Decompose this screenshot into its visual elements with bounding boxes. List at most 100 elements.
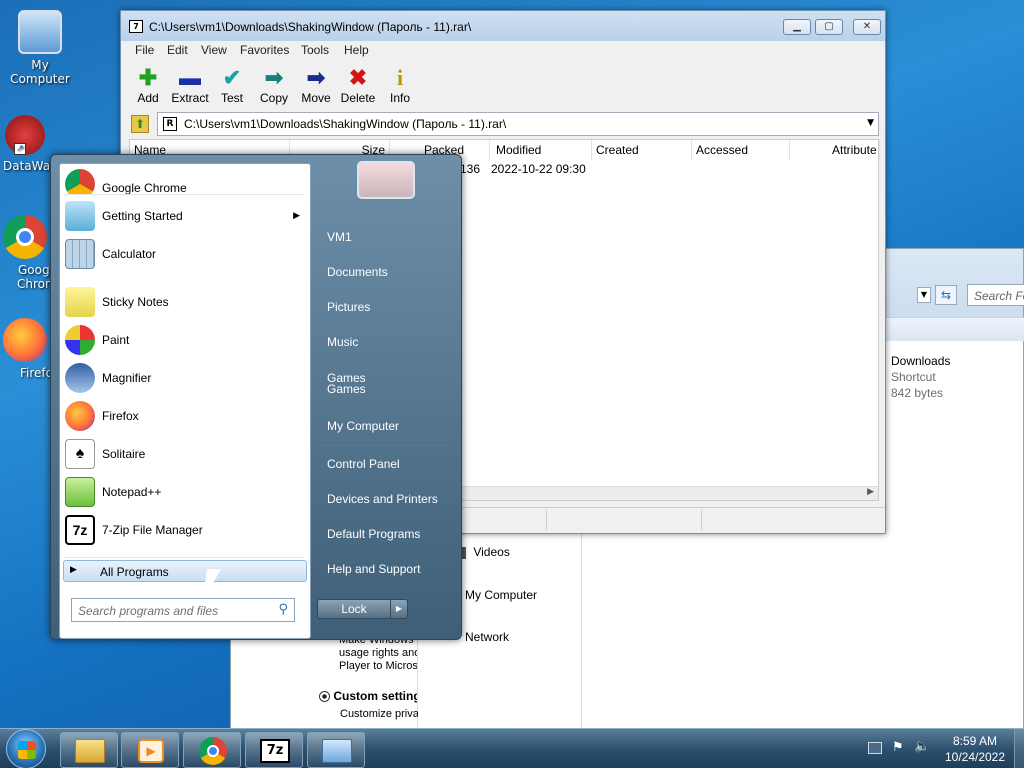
action-center-flag-icon[interactable]: ⚑: [892, 740, 904, 755]
up-folder-icon[interactable]: ⬆: [131, 115, 149, 133]
column-modified[interactable]: Modified: [492, 140, 592, 160]
chevron-right-icon[interactable]: ▶: [867, 487, 874, 497]
lock-button[interactable]: Lock: [317, 599, 391, 619]
search-programs-input[interactable]: Search programs and files ⚲: [71, 598, 295, 622]
column-attribute[interactable]: Attribute: [828, 140, 880, 160]
start-link-documents[interactable]: Documents: [327, 265, 388, 279]
7zip-icon: 7: [129, 20, 143, 33]
minimize-button[interactable]: ▁: [783, 19, 811, 35]
desktop-icon-label: Firefo: [20, 366, 50, 380]
menu-tools[interactable]: Tools: [301, 43, 329, 57]
taskbar-media-player[interactable]: ▶: [121, 732, 179, 768]
clock-time: 8:59 AM: [952, 734, 998, 748]
radio-icon: [319, 691, 330, 703]
customize-link[interactable]: Customize priva: [340, 708, 418, 720]
radio-label: Custom setting: [333, 689, 417, 703]
program-item-chrome[interactable]: Google Chrome: [60, 166, 310, 194]
menu-view[interactable]: View: [201, 43, 227, 57]
chevron-right-icon: ▶: [395, 604, 403, 613]
desktop-icon-label: Googl: [18, 263, 50, 277]
clock-date: 10/24/2022: [944, 750, 1006, 764]
show-desktop-button[interactable]: [1014, 729, 1024, 768]
address-field[interactable]: R C:\Users\vm1\Downloads\ShakingWindow (…: [157, 112, 879, 136]
shortcut-item[interactable]: Downloads Shortcut 842 bytes: [891, 353, 950, 401]
start-menu[interactable]: Google Chrome Getting Started ▶ Calculat…: [50, 154, 462, 640]
info-icon: i: [396, 65, 404, 90]
chrome-icon: [199, 737, 227, 765]
desktop-icon-firefox[interactable]: Firefo: [0, 318, 50, 380]
title-bar[interactable]: 7 C:\Users\vm1\Downloads\ShakingWindow (…: [121, 11, 885, 41]
program-item-sticky-notes[interactable]: Sticky Notes: [60, 284, 310, 320]
program-item-notepad-plus-plus[interactable]: Notepad++: [60, 474, 310, 510]
menu-file[interactable]: File: [135, 43, 154, 57]
user-picture[interactable]: [357, 161, 415, 199]
programs-pane: Google Chrome Getting Started ▶ Calculat…: [59, 163, 311, 639]
column-created[interactable]: Created: [592, 140, 692, 160]
start-link-control-panel[interactable]: Control Panel: [327, 457, 400, 471]
desktop-icon-chrome[interactable]: Googl Chron: [0, 215, 50, 291]
program-item-magnifier[interactable]: Magnifier: [60, 360, 310, 396]
nav-label: Videos: [473, 545, 510, 559]
program-item-calculator[interactable]: Calculator: [60, 236, 310, 272]
delete-icon: ✖: [348, 65, 368, 90]
address-dropdown-icon[interactable]: ▼: [917, 287, 931, 303]
move-button[interactable]: ➡ Move: [294, 65, 338, 105]
close-button[interactable]: ✕: [853, 19, 881, 35]
horizontal-scrollbar[interactable]: ▶: [450, 486, 878, 500]
item-name: Downloads: [891, 354, 951, 368]
shortcut-arrow-icon: ↗: [14, 143, 26, 155]
refresh-icon[interactable]: ⇆: [935, 285, 957, 305]
test-button[interactable]: ✔ Test: [210, 65, 254, 105]
start-link-pictures[interactable]: Pictures: [327, 300, 370, 314]
nav-item-my-computer[interactable]: My Computer: [465, 588, 537, 602]
all-programs-button[interactable]: ▶ All Programs: [63, 560, 307, 582]
custom-settings-radio[interactable]: Custom setting: [319, 689, 417, 703]
7zip-icon: 7z: [65, 515, 95, 545]
menu-help[interactable]: Help: [344, 43, 369, 57]
program-item-getting-started[interactable]: Getting Started ▶: [60, 198, 310, 234]
program-label: Firefox: [102, 409, 139, 423]
start-link-my-computer[interactable]: My Computer: [327, 419, 399, 433]
calculator-icon: [65, 239, 95, 269]
start-link-music[interactable]: Music: [327, 335, 358, 349]
column-accessed[interactable]: Accessed: [692, 140, 790, 160]
extract-button[interactable]: ▬ Extract: [168, 65, 212, 105]
program-item-solitaire[interactable]: ♠ Solitaire: [60, 436, 310, 472]
start-button[interactable]: [6, 729, 46, 768]
lock-options-button[interactable]: ▶: [390, 599, 408, 619]
desktop-icon-label: Chron: [17, 277, 50, 291]
volume-icon[interactable]: 🔈: [914, 739, 930, 754]
start-link-help-support[interactable]: Help and Support: [327, 562, 420, 576]
delete-button[interactable]: ✖ Delete: [336, 65, 380, 105]
start-link-games[interactable]: Games Games: [327, 372, 366, 395]
search-input[interactable]: Search Fo: [967, 284, 1024, 306]
nav-item-network[interactable]: Network: [465, 630, 509, 644]
media-player-icon: ▶: [138, 739, 164, 763]
program-item-paint[interactable]: Paint: [60, 322, 310, 358]
desktop-icon-my-computer[interactable]: My Computer: [0, 10, 80, 86]
taskbar-explorer[interactable]: [60, 732, 118, 768]
start-link-devices-printers[interactable]: Devices and Printers: [327, 492, 438, 506]
menu-favorites[interactable]: Favorites: [240, 43, 289, 57]
program-item-firefox[interactable]: Firefox: [60, 398, 310, 434]
desktop-icon-datawag[interactable]: DataWag ↗: [0, 115, 50, 173]
add-button[interactable]: ✚ Add: [126, 65, 170, 105]
menu-edit[interactable]: Edit: [167, 43, 188, 57]
desktop-icon-label: My Computer: [10, 58, 70, 86]
taskbar-chrome[interactable]: [183, 732, 241, 768]
extract-icon: ▬: [179, 65, 201, 90]
copy-button[interactable]: ➡ Copy: [252, 65, 296, 105]
program-label: Solitaire: [102, 447, 146, 461]
nav-item-videos[interactable]: Videos: [459, 545, 510, 559]
control-panel-icon: [322, 739, 352, 763]
chevron-down-icon[interactable]: ▼: [867, 118, 874, 128]
taskbar-control-panel[interactable]: [307, 732, 365, 768]
program-item-7zip[interactable]: 7z 7-Zip File Manager: [60, 512, 310, 548]
start-link-default-programs[interactable]: Default Programs: [327, 527, 420, 541]
clock[interactable]: 8:59 AM 10/24/2022: [940, 733, 1010, 765]
taskbar-7zip[interactable]: 7z: [245, 732, 303, 768]
maximize-button[interactable]: ▢: [815, 19, 843, 35]
network-icon[interactable]: [868, 742, 882, 754]
info-button[interactable]: i Info: [378, 65, 422, 105]
start-link-vm1[interactable]: VM1: [327, 230, 352, 244]
